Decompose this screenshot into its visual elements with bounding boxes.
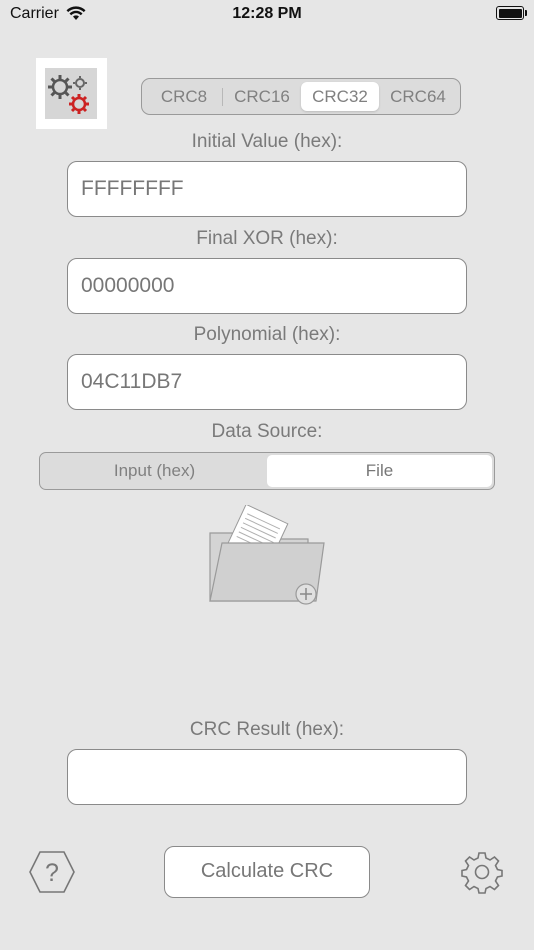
clock: 12:28 PM — [232, 5, 302, 22]
crc-result-label: CRC Result (hex): — [189, 719, 345, 740]
status-bar: Carrier 12:28 PM — [0, 0, 534, 30]
app-logo — [36, 58, 107, 129]
segment-crc8[interactable]: CRC8 — [145, 82, 223, 111]
data-source-selector[interactable]: Input (hex) File — [39, 452, 495, 490]
battery-icon — [496, 6, 527, 20]
final-xor-label: Final XOR (hex): — [196, 228, 338, 249]
final-xor-input[interactable]: 00000000 — [67, 258, 467, 314]
segment-crc16[interactable]: CRC16 — [223, 82, 301, 111]
segment-file[interactable]: File — [267, 455, 492, 487]
crc-result-output — [67, 749, 467, 805]
initial-value-label: Initial Value (hex): — [191, 131, 343, 152]
crc-type-selector[interactable]: CRC8 CRC16 CRC32 CRC64 — [141, 78, 461, 115]
gears-icon — [48, 75, 89, 114]
folder-add-icon[interactable] — [200, 503, 332, 609]
initial-value-input[interactable]: FFFFFFFF — [67, 161, 467, 217]
segment-crc64[interactable]: CRC64 — [379, 82, 457, 111]
polynomial-label: Polynomial (hex): — [193, 324, 341, 345]
svg-text:?: ? — [45, 859, 59, 887]
polynomial-input[interactable]: 04C11DB7 — [67, 354, 467, 410]
segment-crc32[interactable]: CRC32 — [301, 82, 379, 111]
segment-input-hex[interactable]: Input (hex) — [42, 455, 267, 487]
calculate-crc-button[interactable]: Calculate CRC — [164, 846, 370, 898]
data-source-label: Data Source: — [211, 421, 323, 442]
gear-icon[interactable] — [460, 850, 504, 894]
help-icon[interactable]: ? — [28, 850, 76, 894]
